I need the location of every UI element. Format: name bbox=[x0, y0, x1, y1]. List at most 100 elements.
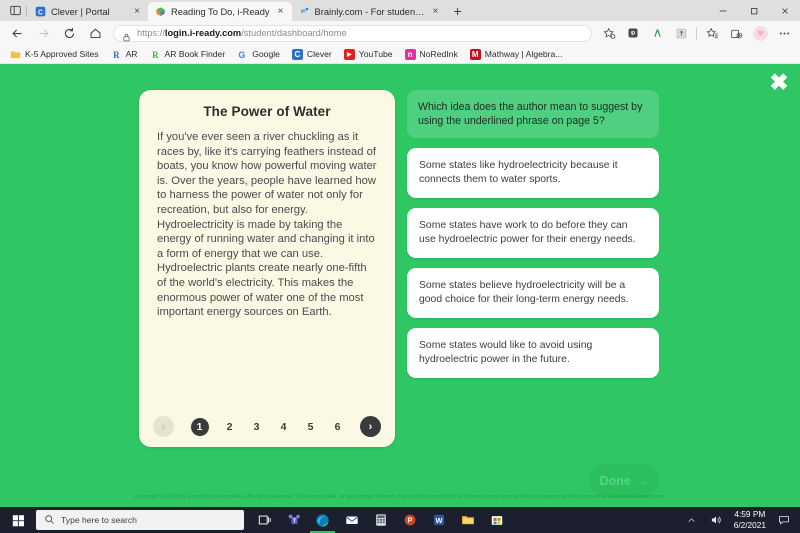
microsoft-teams-icon[interactable]: T bbox=[279, 507, 308, 533]
browser-tab-iready[interactable]: Reading To Do, i-Ready × bbox=[148, 2, 292, 21]
forward-icon bbox=[30, 22, 56, 44]
svg-text:P: P bbox=[407, 518, 412, 525]
task-view-icon[interactable] bbox=[250, 507, 279, 533]
bookmarks-bar: K-5 Approved Sites R AR R AR Book Finder… bbox=[0, 45, 800, 64]
next-page-button[interactable]: › bbox=[360, 416, 381, 437]
volume-icon[interactable] bbox=[704, 507, 728, 533]
new-tab-button[interactable]: + bbox=[447, 1, 469, 21]
mathway-icon: M bbox=[469, 48, 481, 60]
bookmark-label: YouTube bbox=[358, 49, 393, 59]
taskbar-app-list: T P W bbox=[250, 507, 511, 533]
word-icon[interactable]: W bbox=[424, 507, 453, 533]
taskbar-clock[interactable]: 4:59 PM 6/2/2021 bbox=[728, 509, 772, 531]
browser-tab-clever[interactable]: C Clever | Portal × bbox=[26, 2, 148, 21]
passage-body: If you've ever seen a river chuckling as… bbox=[157, 131, 377, 319]
question-panel: Which idea does the author mean to sugge… bbox=[407, 90, 659, 378]
window-controls bbox=[707, 0, 800, 21]
navigation-toolbar: https://login.i-ready.com/student/dashbo… bbox=[0, 21, 800, 45]
close-lesson-button[interactable]: ✖ bbox=[766, 69, 792, 95]
bookmark-ar[interactable]: R AR bbox=[106, 48, 143, 61]
page-number-3[interactable]: 3 bbox=[251, 421, 263, 433]
close-window-button[interactable] bbox=[769, 0, 800, 21]
taskbar-search-input[interactable]: Type here to search bbox=[36, 510, 244, 530]
copyright-notice: Copyright © 2021 by Curriculum Associate… bbox=[133, 494, 667, 500]
search-icon bbox=[44, 514, 55, 527]
windows-taskbar: Type here to search T P W 4:59 PM 6/2/20… bbox=[0, 507, 800, 533]
clever-icon: C bbox=[291, 48, 303, 60]
start-button-icon[interactable] bbox=[0, 507, 36, 533]
back-icon[interactable] bbox=[4, 22, 30, 44]
powerpoint-icon[interactable]: P bbox=[395, 507, 424, 533]
taskbar-search-placeholder: Type here to search bbox=[61, 515, 137, 525]
youtube-icon: ▶ bbox=[343, 48, 355, 60]
favorite-star-icon[interactable] bbox=[597, 22, 621, 44]
answer-choice-3[interactable]: Some states believe hydroelectricity wil… bbox=[407, 268, 659, 318]
tab-close-icon[interactable]: × bbox=[131, 6, 143, 18]
browser-tab-brainly[interactable]: Brainly.com - For students. By st... × bbox=[292, 2, 447, 21]
noredink-icon: n bbox=[404, 48, 416, 60]
bookmark-ar-book-finder[interactable]: R AR Book Finder bbox=[145, 48, 231, 61]
google-icon: G bbox=[237, 49, 248, 60]
folder-icon bbox=[10, 49, 21, 60]
page-number-1[interactable]: 1 bbox=[190, 417, 209, 436]
address-bar-url: https://login.i-ready.com/student/dashbo… bbox=[137, 28, 347, 38]
extension-icon[interactable] bbox=[669, 22, 693, 44]
extension-pinterest-icon[interactable] bbox=[621, 22, 645, 44]
taskbar-system-tray: 4:59 PM 6/2/2021 bbox=[680, 507, 800, 533]
extension-grammarly-icon[interactable] bbox=[645, 22, 669, 44]
reload-icon[interactable] bbox=[56, 22, 82, 44]
brainly-icon bbox=[299, 6, 310, 17]
profile-avatar[interactable] bbox=[748, 22, 772, 44]
bookmark-google[interactable]: G Google bbox=[232, 48, 285, 61]
done-button[interactable]: Done → bbox=[589, 464, 659, 498]
tab-close-icon[interactable]: × bbox=[275, 6, 287, 18]
svg-text:W: W bbox=[435, 516, 442, 525]
page-number-2[interactable]: 2 bbox=[224, 421, 236, 433]
bookmark-label: AR bbox=[125, 49, 138, 59]
collections-icon[interactable] bbox=[724, 22, 748, 44]
tab-search-icon[interactable] bbox=[2, 0, 28, 21]
bookmark-mathway[interactable]: M Mathway | Algebra... bbox=[465, 48, 568, 61]
bookmark-noredink[interactable]: n NoRedInk bbox=[400, 48, 463, 61]
bookmark-label: Clever bbox=[306, 49, 332, 59]
action-center-icon[interactable] bbox=[772, 507, 796, 533]
answer-choice-2[interactable]: Some states have work to do before they … bbox=[407, 208, 659, 258]
calculator-icon[interactable] bbox=[366, 507, 395, 533]
microsoft-edge-icon[interactable] bbox=[308, 507, 337, 533]
minimize-button[interactable] bbox=[707, 0, 738, 21]
page-number-4[interactable]: 4 bbox=[278, 421, 290, 433]
svg-text:R: R bbox=[152, 49, 159, 59]
ar-icon: R bbox=[111, 49, 122, 60]
maximize-button[interactable] bbox=[738, 0, 769, 21]
answer-choice-1[interactable]: Some states like hydroelectricity becaus… bbox=[407, 148, 659, 198]
tab-title: Clever | Portal bbox=[51, 6, 110, 17]
file-explorer-icon[interactable] bbox=[453, 507, 482, 533]
home-icon[interactable] bbox=[82, 22, 108, 44]
question-prompt: Which idea does the author mean to sugge… bbox=[407, 90, 659, 138]
passage-pagination: ‹ 1 2 3 4 5 6 › bbox=[153, 416, 381, 437]
previous-page-button[interactable]: ‹ bbox=[153, 416, 174, 437]
favorites-list-icon[interactable] bbox=[700, 22, 724, 44]
iready-lesson-page: ✖ The Power of Water If you've ever seen… bbox=[0, 64, 800, 507]
bookmark-label: AR Book Finder bbox=[164, 49, 226, 59]
answer-choice-4[interactable]: Some states would like to avoid using hy… bbox=[407, 328, 659, 378]
page-number-5[interactable]: 5 bbox=[305, 421, 317, 433]
bookmark-youtube[interactable]: ▶ YouTube bbox=[339, 48, 398, 61]
mail-icon[interactable] bbox=[337, 507, 366, 533]
show-hidden-icons-chevron-up-icon[interactable] bbox=[680, 507, 704, 533]
bookmark-label: K-5 Approved Sites bbox=[25, 49, 99, 59]
bookmark-clever[interactable]: C Clever bbox=[287, 48, 337, 61]
settings-more-icon[interactable] bbox=[772, 22, 796, 44]
page-number-6[interactable]: 6 bbox=[332, 421, 344, 433]
tab-strip: C Clever | Portal × Reading To Do, i-Rea… bbox=[0, 0, 800, 21]
bookmark-k5-approved-sites[interactable]: K-5 Approved Sites bbox=[5, 48, 104, 61]
toolbar-actions bbox=[597, 22, 796, 44]
tab-title: Brainly.com - For students. By st... bbox=[314, 6, 425, 17]
bookmark-label: NoRedInk bbox=[419, 49, 458, 59]
microsoft-store-icon[interactable] bbox=[482, 507, 511, 533]
tab-close-icon[interactable]: × bbox=[430, 6, 442, 18]
svg-text:R: R bbox=[113, 49, 120, 59]
lock-icon bbox=[122, 29, 131, 41]
page-number-list: 1 2 3 4 5 6 bbox=[190, 417, 344, 436]
address-bar[interactable]: https://login.i-ready.com/student/dashbo… bbox=[113, 24, 592, 42]
